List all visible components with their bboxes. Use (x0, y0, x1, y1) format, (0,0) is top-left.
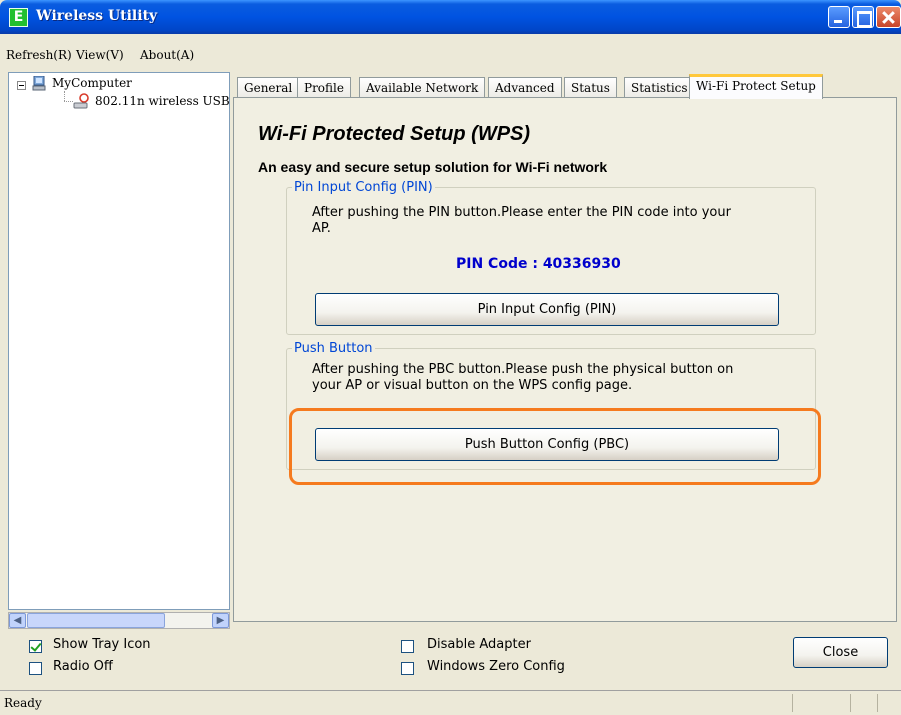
disable-adapter-checkbox[interactable] (401, 640, 414, 653)
tab-profile[interactable]: Profile (297, 77, 351, 98)
pin-description-line2: AP. (312, 221, 331, 236)
scroll-thumb[interactable] (27, 613, 165, 628)
close-button[interactable]: Close (793, 637, 888, 668)
show-tray-icon-label: Show Tray Icon (53, 637, 151, 652)
computer-icon (32, 76, 46, 91)
tab-general[interactable]: General (237, 77, 300, 98)
title-bar[interactable]: E Wireless Utility (0, 0, 901, 34)
tree-item-mycomputer[interactable]: MyComputer (52, 76, 132, 90)
menu-bar: Refresh(R) View(V) About(A) (0, 43, 901, 67)
radio-off-checkbox[interactable] (29, 662, 42, 675)
window-title: Wireless Utility (36, 8, 158, 24)
menu-about[interactable]: About(A) (140, 48, 194, 62)
menu-refresh[interactable]: Refresh(R) (6, 48, 72, 62)
disable-adapter-label: Disable Adapter (427, 637, 531, 652)
windows-zero-config-checkbox[interactable] (401, 662, 414, 675)
wireless-adapter-icon (73, 93, 89, 109)
page-title: Wi-Fi Protected Setup (WPS) (258, 123, 531, 145)
scroll-left-icon[interactable]: ◀ (9, 613, 26, 628)
menu-view[interactable]: View(V) (76, 48, 124, 62)
pin-description-line1: After pushing the PIN button.Please ente… (312, 205, 731, 220)
device-tree[interactable]: MyComputer 802.11n wireless USB (8, 72, 230, 610)
maximize-button[interactable] (852, 6, 874, 28)
status-bar: Ready (0, 690, 901, 715)
pbc-group-legend: Push Button (294, 341, 373, 356)
pin-input-config-button[interactable]: Pin Input Config (PIN) (315, 293, 779, 326)
minimize-button[interactable] (828, 6, 850, 28)
pin-group-legend: Pin Input Config (PIN) (294, 180, 433, 195)
tree-item-adapter[interactable]: 802.11n wireless USB (95, 94, 230, 108)
pbc-description-line1: After pushing the PBC button.Please push… (312, 362, 734, 377)
status-divider (877, 694, 878, 712)
pin-code-display: PIN Code : 40336930 (456, 256, 621, 272)
status-divider (850, 694, 851, 712)
pbc-description-line2: your AP or visual button on the WPS conf… (312, 378, 633, 393)
tab-statistics[interactable]: Statistics (624, 77, 695, 98)
tree-horizontal-scrollbar[interactable]: ◀ ▶ (8, 612, 230, 629)
tab-wifi-protect-setup[interactable]: Wi-Fi Protect Setup (689, 74, 823, 99)
close-window-button[interactable] (876, 6, 901, 28)
radio-off-label: Radio Off (53, 659, 113, 674)
scroll-right-icon[interactable]: ▶ (212, 613, 229, 628)
collapse-icon[interactable] (17, 81, 26, 90)
windows-zero-config-label: Windows Zero Config (427, 659, 565, 674)
page-subtitle: An easy and secure setup solution for Wi… (258, 159, 608, 175)
tree-connector (64, 101, 73, 102)
tab-available-network[interactable]: Available Network (359, 77, 486, 98)
tab-status[interactable]: Status (564, 77, 617, 98)
app-icon: E (9, 8, 28, 27)
show-tray-icon-checkbox[interactable] (29, 640, 42, 653)
push-button-config-button[interactable]: Push Button Config (PBC) (315, 428, 779, 461)
status-divider (792, 694, 793, 712)
tree-connector (64, 91, 65, 101)
tab-advanced[interactable]: Advanced (488, 77, 562, 98)
status-text: Ready (4, 696, 42, 710)
